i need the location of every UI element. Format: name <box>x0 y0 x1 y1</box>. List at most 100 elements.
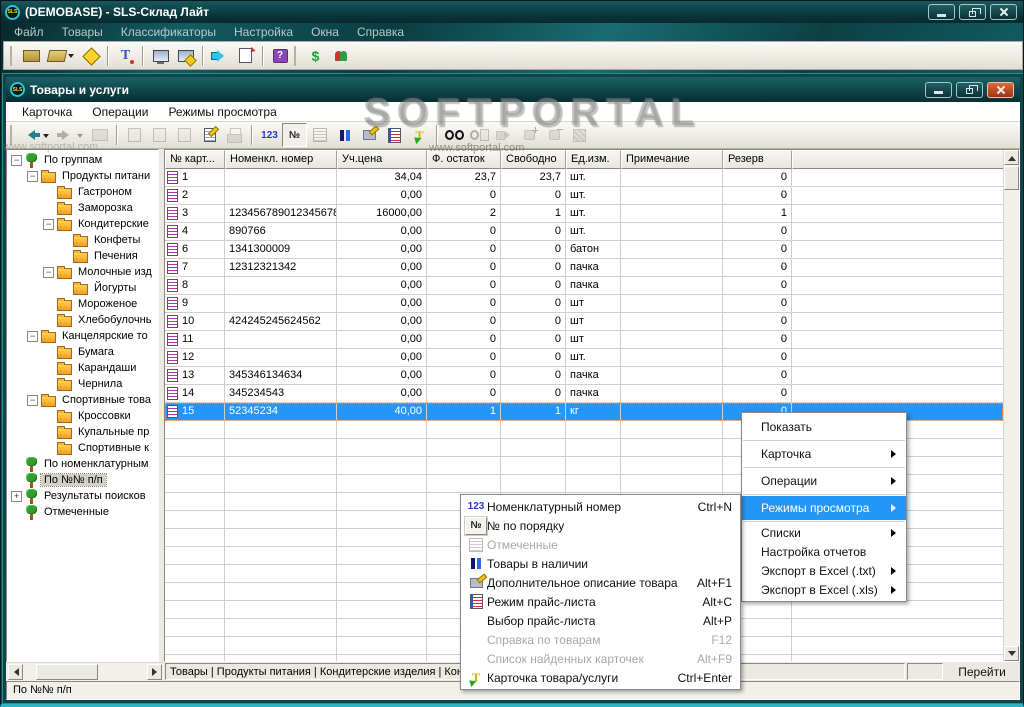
goods-catalog-button[interactable]: T <box>113 44 138 68</box>
context-menu-item-2[interactable]: Карточка <box>742 442 906 466</box>
column-header-4[interactable]: Свободно <box>501 150 566 169</box>
tree-item-0[interactable]: −По группам <box>7 152 158 168</box>
tree-item-20[interactable]: По №№ п/п <box>7 472 158 488</box>
tree-expander-icon[interactable]: − <box>11 155 22 166</box>
tree-item-15[interactable]: −Спортивные това <box>7 392 158 408</box>
main-menu-item-1[interactable]: Товары <box>53 23 112 41</box>
tree-item-11[interactable]: −Канцелярские то <box>7 328 158 344</box>
column-header-0[interactable]: № карт... <box>165 150 225 169</box>
tree-item-6[interactable]: Печения <box>7 248 158 264</box>
context-menu-item-8[interactable]: Списки <box>742 523 906 542</box>
go-button[interactable]: Перейти <box>944 662 1020 681</box>
tree-item-10[interactable]: Хлебобулочнь <box>7 312 158 328</box>
find-button[interactable] <box>442 123 467 147</box>
context-menu-item-9[interactable]: Настройка отчетов <box>742 542 906 561</box>
table-row[interactable]: 80,0000пачка0 <box>165 277 1003 295</box>
submenu-item-6[interactable]: Выбор прайс-листаAlt+P <box>461 611 740 630</box>
new-document-button[interactable] <box>233 44 258 68</box>
card-edit-button[interactable] <box>197 123 222 147</box>
table-row[interactable]: 110,0000шт0 <box>165 331 1003 349</box>
child-close-button[interactable] <box>987 82 1014 98</box>
submenu-item-4[interactable]: Дополнительное описание товараAlt+F1 <box>461 573 740 592</box>
close-button[interactable] <box>990 4 1017 20</box>
tree-expander-icon[interactable]: − <box>27 331 38 342</box>
contractors-button[interactable] <box>328 44 353 68</box>
tree-horizontal-scrollbar[interactable] <box>6 662 164 681</box>
tree-item-8[interactable]: Йогурты <box>7 280 158 296</box>
table-row[interactable]: 133453461346340,0000пачка0 <box>165 367 1003 385</box>
info-diamond-button[interactable]: ! <box>78 44 103 68</box>
scroll-right-button[interactable] <box>147 664 162 680</box>
tree-item-18[interactable]: Спортивные к <box>7 440 158 456</box>
price-list-button[interactable] <box>382 123 407 147</box>
tree-item-7[interactable]: −Молочные изд <box>7 264 158 280</box>
child-menu-item-2[interactable]: Режимы просмотра <box>158 102 286 122</box>
numbers-order-button[interactable]: № <box>282 123 307 147</box>
main-menu-item-2[interactable]: Классификаторы <box>112 23 225 41</box>
tree-expander-icon[interactable]: − <box>43 219 54 230</box>
column-header-2[interactable]: Уч.цена <box>337 150 427 169</box>
submenu-item-1[interactable]: №№ по порядку <box>461 516 740 535</box>
table-row[interactable]: 7123123213420,0000пачка0 <box>165 259 1003 277</box>
table-row[interactable]: 120,0000шт.0 <box>165 349 1003 367</box>
tree-item-17[interactable]: Купальные пр <box>7 424 158 440</box>
table-row[interactable]: 613413000090,0000батон0 <box>165 241 1003 259</box>
table-row[interactable]: 134,0423,723,7шт.0 <box>165 169 1003 187</box>
currency-dollar-button[interactable]: $ <box>303 44 328 68</box>
open-folder-button[interactable] <box>44 44 78 68</box>
dropdown-caret[interactable] <box>77 134 83 141</box>
table-row[interactable]: 90,0000шт0 <box>165 295 1003 313</box>
child-restore-button[interactable] <box>956 82 983 98</box>
scrollbar-thumb[interactable] <box>36 664 98 680</box>
dropdown-caret[interactable] <box>68 54 74 61</box>
card-goto-button[interactable]: T <box>407 123 432 147</box>
tree-item-19[interactable]: По номенклатурным <box>7 456 158 472</box>
child-minimize-button[interactable] <box>925 82 952 98</box>
main-menu-item-0[interactable]: Файл <box>5 23 53 41</box>
table-row[interactable]: 104242452456245620,0000шт0 <box>165 313 1003 331</box>
main-menu-item-5[interactable]: Справка <box>348 23 413 41</box>
tree-expander-icon[interactable]: − <box>43 267 54 278</box>
submenu-item-5[interactable]: Режим прайс-листаAlt+C <box>461 592 740 611</box>
scroll-down-button[interactable] <box>1004 646 1019 661</box>
numbers-123-button[interactable]: 123 <box>257 123 282 147</box>
table-row[interactable]: 312345678901234567816000,0021шт.1 <box>165 205 1003 223</box>
context-menu-item-4[interactable]: Операции <box>742 469 906 493</box>
context-menu-item-0[interactable]: Показать <box>742 415 906 439</box>
main-menu-item-3[interactable]: Настройка <box>225 23 302 41</box>
table-row[interactable]: 48907660,0000шт.0 <box>165 223 1003 241</box>
child-menu-item-1[interactable]: Операции <box>82 102 158 122</box>
tree-item-14[interactable]: Чернила <box>7 376 158 392</box>
table-row[interactable]: 20,0000шт.0 <box>165 187 1003 205</box>
table-row[interactable]: 143452345430,0000пачка0 <box>165 385 1003 403</box>
tree-expander-icon[interactable]: − <box>27 395 38 406</box>
computer-button[interactable] <box>148 44 173 68</box>
scroll-up-button[interactable] <box>1004 150 1019 165</box>
vertical-scrollbar[interactable] <box>1003 150 1019 661</box>
dropdown-caret[interactable] <box>43 134 49 141</box>
tree-item-1[interactable]: −Продукты питани <box>7 168 158 184</box>
tree-item-16[interactable]: Кроссовки <box>7 408 158 424</box>
restore-button[interactable] <box>959 4 986 20</box>
submenu-item-3[interactable]: Товары в наличии <box>461 554 740 573</box>
computer-settings-button[interactable] <box>173 44 198 68</box>
context-menu-item-6[interactable]: Режимы просмотра <box>742 496 906 520</box>
tree-item-3[interactable]: Заморозка <box>7 200 158 216</box>
tree-item-21[interactable]: +Результаты поисков <box>7 488 158 504</box>
column-header-6[interactable]: Примечание <box>621 150 723 169</box>
column-header-7[interactable]: Резерв <box>723 150 792 169</box>
scrollbar-thumb[interactable] <box>1004 166 1019 190</box>
minimize-button[interactable] <box>928 4 955 20</box>
extra-description-button[interactable] <box>357 123 382 147</box>
new-folder-button[interactable] <box>19 44 44 68</box>
stock-bars-button[interactable] <box>332 123 357 147</box>
context-menu-item-10[interactable]: Экспорт в Excel (.txt) <box>742 561 906 580</box>
child-menu-item-0[interactable]: Карточка <box>12 102 82 122</box>
back-arrow-button[interactable] <box>19 123 53 147</box>
column-header-5[interactable]: Ед.изм. <box>566 150 621 169</box>
context-menu-item-11[interactable]: Экспорт в Excel (.xls) <box>742 580 906 599</box>
column-header-8[interactable] <box>792 150 1003 169</box>
tree-item-9[interactable]: Мороженое <box>7 296 158 312</box>
submenu-item-0[interactable]: 123Номенклатурный номерCtrl+N <box>461 497 740 516</box>
tree-item-4[interactable]: −Кондитерские <box>7 216 158 232</box>
